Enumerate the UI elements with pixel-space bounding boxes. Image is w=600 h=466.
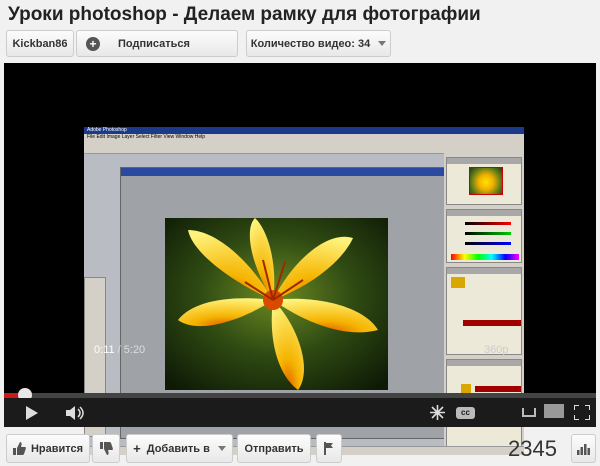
lily-photo [165,218,388,390]
channel-name-label: Kickban86 [12,37,68,50]
ps-menu-bar: File Edit Image Layer Select Filter View… [84,134,524,141]
video-title: Уроки photoshop - Делаем рамку для фотог… [8,4,481,25]
small-player-icon[interactable] [522,408,536,417]
fullscreen-icon[interactable] [574,405,590,420]
duration: 5:20 [123,344,146,356]
chevron-down-icon [378,41,387,46]
flag-button[interactable] [316,434,342,463]
flag-icon [324,442,333,455]
view-count: 2345 [508,436,557,461]
large-player-icon[interactable] [544,404,564,418]
ps-doc-title-bar [121,168,447,176]
play-icon[interactable] [26,406,38,420]
bar-chart-icon [577,443,590,455]
navigator-panel [446,157,522,205]
captions-icon[interactable]: cc [456,407,475,419]
add-plus-icon: + [133,441,141,456]
add-to-button[interactable]: + Добавить в [126,434,233,463]
snowflake-icon[interactable] [430,405,445,420]
plus-icon: + [86,36,100,51]
player-controls: cc [4,398,596,427]
time-display: 0:11 / 5:20 [94,344,145,356]
video-player[interactable]: Adobe Photoshop File Edit Image Layer Se… [4,63,596,455]
subscribe-label: Подписаться [118,37,190,50]
dislike-button[interactable] [92,434,120,463]
time-separator: / [114,344,124,356]
stats-button[interactable] [571,434,596,463]
add-label: Добавить в [146,442,210,455]
thumbs-down-icon [99,442,113,455]
like-label: Нравится [30,442,84,455]
like-button[interactable]: Нравится [6,434,90,463]
video-count-dropdown[interactable]: Количество видео: 34 [246,30,391,57]
share-label: Отправить [244,442,304,455]
thumbs-up-icon [12,442,26,455]
history-panel [446,267,522,355]
ps-title-bar: Adobe Photoshop [84,127,524,134]
video-count-label: Количество видео: 34 [250,37,371,50]
quality-button[interactable]: 360p [484,344,508,356]
chevron-down-icon [217,446,226,451]
channel-name-button[interactable]: Kickban86 [6,30,74,57]
color-panel [446,209,522,263]
volume-icon[interactable] [66,406,86,420]
share-button[interactable]: Отправить [237,434,311,463]
subscribe-button[interactable]: + Подписаться [76,30,238,57]
current-time: 0:11 [94,344,115,356]
